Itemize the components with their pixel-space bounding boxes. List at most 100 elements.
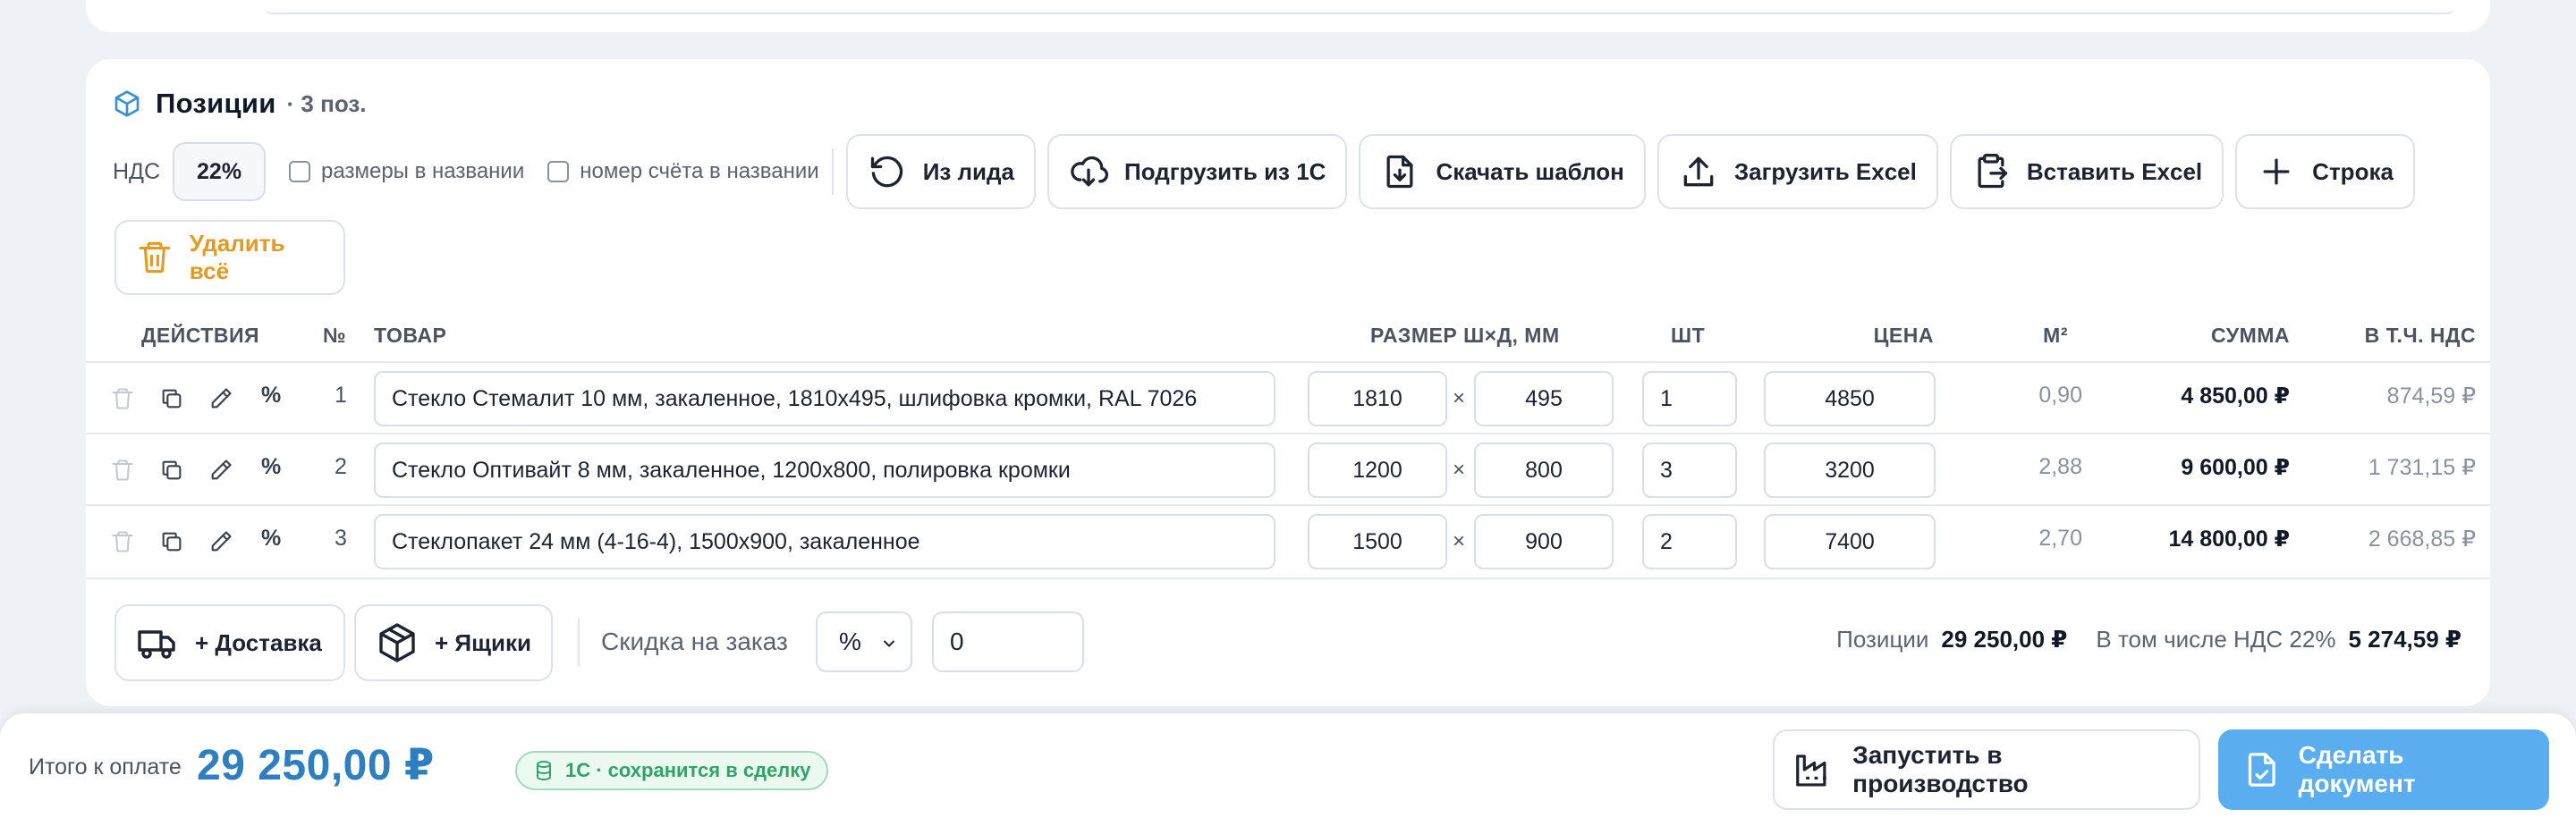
sum-value: 14 800,00 ₽ (2168, 527, 2290, 552)
pencil-icon[interactable] (208, 529, 233, 554)
header-actions: ДЕЙСТВИЯ (141, 324, 260, 347)
discount-type-select[interactable]: % (816, 611, 912, 672)
price-input[interactable]: 7400 (1764, 514, 1936, 569)
length-input[interactable]: 495 (1474, 371, 1614, 426)
vat-select[interactable]: 22% (173, 142, 267, 201)
qty-input[interactable]: 1 (1642, 371, 1737, 426)
launch-production-button[interactable]: Запустить в производство (1773, 729, 2200, 810)
invoice-in-name-checkbox[interactable]: номер счёта в названии (547, 159, 819, 184)
table-row: % 2 Стекло Оптивайт 8 мм, закаленное, 12… (86, 433, 2490, 504)
from-lead-button[interactable]: Из лида (845, 134, 1036, 209)
button-label: + Доставка (195, 628, 322, 656)
price-input[interactable]: 3200 (1764, 442, 1936, 498)
discount-percent-icon[interactable]: % (261, 526, 281, 552)
width-input[interactable]: 1500 (1308, 514, 1447, 569)
vat-value: 2 668,85 ₽ (2368, 527, 2476, 552)
checkbox-box[interactable] (547, 161, 570, 182)
discount-percent-icon[interactable]: % (261, 454, 281, 480)
product-input[interactable]: Стекло Стемалит 10 мм, закаленное, 1810x… (374, 371, 1275, 426)
undo-icon (870, 156, 902, 188)
width-input[interactable]: 1200 (1308, 442, 1447, 498)
sync-status-badge: 1С · сохранится в сделку (515, 751, 829, 790)
header-size: РАЗМЕР Ш×Д, ММ (1370, 324, 1560, 347)
download-template-button[interactable]: Скачать шаблон (1359, 134, 1646, 209)
section-header: Позиции · 3 поз. (113, 86, 367, 122)
section-title: Позиции (156, 88, 276, 119)
times-sign: × (1453, 529, 1466, 553)
button-label: Сделать документ (2298, 741, 2416, 797)
button-label: Удалить всё (189, 230, 285, 284)
checkbox-box[interactable] (289, 161, 311, 182)
discount-label: Скидка на заказ (601, 628, 788, 655)
trash-icon[interactable] (110, 458, 135, 483)
positions-summary-bar: + Доставка + Ящики Скидка на заказ % 0 П… (86, 577, 2490, 706)
button-label: Строка (2312, 157, 2394, 185)
vat-total-label: В том числе НДС 22% (2096, 626, 2336, 653)
toolbar-divider (831, 148, 834, 195)
trash-icon[interactable] (110, 386, 135, 411)
length-input[interactable]: 800 (1474, 442, 1614, 498)
paste-excel-button[interactable]: Вставить Excel (1949, 134, 2224, 209)
positions-total-value: 29 250,00 ₽ (1941, 626, 2068, 653)
add-boxes-button[interactable]: + Ящики (354, 604, 553, 681)
grand-total: 29 250,00 ₽ (197, 742, 435, 789)
cloud-download-icon (1071, 156, 1108, 187)
width-input[interactable]: 1810 (1308, 371, 1447, 426)
length-input[interactable]: 900 (1474, 514, 1614, 569)
row-number: 3 (335, 526, 347, 551)
add-delivery-button[interactable]: + Доставка (114, 604, 345, 681)
area-value: 2,70 (2038, 526, 2082, 551)
upload-excel-button[interactable]: Загрузить Excel (1657, 134, 1938, 209)
copy-icon[interactable] (159, 458, 184, 483)
discount-type-value: % (839, 628, 861, 655)
row-number: 2 (335, 454, 347, 479)
qty-input[interactable]: 2 (1642, 514, 1737, 569)
copy-icon[interactable] (159, 529, 184, 554)
product-input[interactable]: Стекло Оптивайт 8 мм, закаленное, 1200x8… (374, 442, 1275, 498)
positions-card: Позиции · 3 поз. НДС 22% размеры в назва… (86, 59, 2490, 706)
checkbox-label: номер счёта в названии (580, 159, 819, 183)
sum-value: 4 850,00 ₽ (2181, 384, 2290, 409)
discount-input[interactable]: 0 (932, 611, 1084, 672)
button-label: Из лида (922, 157, 1014, 185)
add-row-button[interactable]: Строка (2235, 134, 2415, 209)
copy-icon[interactable] (159, 386, 184, 411)
previous-card-field (265, 7, 2454, 14)
truck-icon (138, 630, 175, 659)
pencil-icon[interactable] (208, 458, 233, 483)
toolbar: НДС 22% размеры в названии номер счёта в… (113, 134, 2427, 209)
box-icon (379, 623, 415, 662)
button-label: Запустить в производство (1852, 741, 2029, 797)
qty-input[interactable]: 3 (1642, 442, 1737, 498)
sizes-in-name-checkbox[interactable]: размеры в названии (289, 159, 524, 184)
table-header: ДЕЙСТВИЯ № ТОВАР РАЗМЕР Ш×Д, ММ ШТ ЦЕНА … (86, 318, 2490, 356)
badge-label: 1С · сохранится в сделку (565, 759, 811, 781)
product-input[interactable]: Стеклопакет 24 мм (4-16-4), 1500x900, за… (374, 514, 1275, 569)
file-download-icon (1386, 155, 1413, 189)
chevron-down-icon (884, 640, 894, 647)
delete-all-button[interactable]: Удалить всё (114, 220, 345, 295)
header-area: М² (2043, 324, 2068, 347)
make-document-button[interactable]: Сделать документ (2218, 729, 2549, 810)
sum-value: 9 600,00 ₽ (2181, 455, 2290, 480)
clipboard-paste-icon (1978, 154, 2008, 189)
trash-icon[interactable] (110, 529, 135, 554)
positions-total-label: Позиции (1836, 626, 1929, 653)
header-vat: В Т.Ч. НДС (2364, 324, 2476, 347)
plus-icon (2263, 158, 2290, 185)
header-price: ЦЕНА (1873, 324, 1934, 347)
area-value: 2,88 (2038, 454, 2082, 479)
button-label: Вставить Excel (2026, 157, 2203, 185)
button-label: Подгрузить из 1С (1124, 157, 1326, 185)
pencil-icon[interactable] (208, 386, 233, 411)
price-input[interactable]: 4850 (1764, 371, 1936, 426)
previous-card (86, 0, 2490, 32)
positions-totals: Позиции 29 250,00 ₽ В том числе НДС 22% … (1836, 626, 2462, 653)
times-sign: × (1453, 458, 1466, 482)
header-product: ТОВАР (374, 324, 447, 347)
load-1c-button[interactable]: Подгрузить из 1С (1047, 134, 1348, 209)
discount-percent-icon[interactable]: % (261, 383, 281, 409)
times-sign: × (1453, 386, 1466, 410)
summary-divider (578, 619, 580, 667)
total-label: Итого к оплате (29, 754, 182, 780)
